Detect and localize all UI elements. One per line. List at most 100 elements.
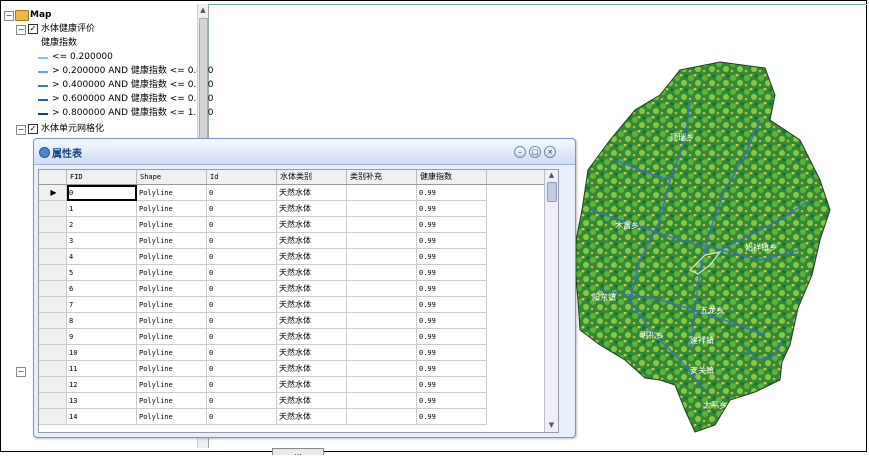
- table-cell[interactable]: 0.99: [417, 185, 487, 201]
- table-row[interactable]: 6 Polyline 0 天然水体 0.99: [39, 281, 558, 297]
- table-cell[interactable]: Polyline: [137, 377, 207, 393]
- table-row[interactable]: 5 Polyline 0 天然水体 0.99: [39, 265, 558, 281]
- table-cell[interactable]: 天然水体: [277, 361, 347, 377]
- table-cell[interactable]: 天然水体: [277, 217, 347, 233]
- table-cell[interactable]: 0: [207, 265, 277, 281]
- table-cell[interactable]: [347, 393, 417, 409]
- row-selector[interactable]: [39, 345, 67, 361]
- table-cell[interactable]: 3: [67, 233, 137, 249]
- table-cell[interactable]: [347, 361, 417, 377]
- table-cell[interactable]: 0: [207, 297, 277, 313]
- restore-button[interactable]: □: [529, 146, 541, 158]
- table-cell[interactable]: 0: [207, 377, 277, 393]
- table-cell[interactable]: Polyline: [137, 217, 207, 233]
- collapse-icon[interactable]: −: [4, 11, 14, 21]
- column-header[interactable]: Shape: [137, 170, 207, 184]
- table-cell[interactable]: 0.99: [417, 297, 487, 313]
- table-cell[interactable]: 0.99: [417, 329, 487, 345]
- table-cell[interactable]: 天然水体: [277, 409, 347, 425]
- layer-checkbox[interactable]: ✓: [28, 124, 38, 134]
- table-cell[interactable]: [347, 185, 417, 201]
- table-cell[interactable]: 0.99: [417, 345, 487, 361]
- table-cell[interactable]: Polyline: [137, 345, 207, 361]
- table-cell[interactable]: 天然水体: [277, 201, 347, 217]
- table-cell[interactable]: 10: [67, 345, 137, 361]
- table-cell[interactable]: [347, 313, 417, 329]
- table-cell[interactable]: [347, 409, 417, 425]
- table-cell[interactable]: 0: [207, 313, 277, 329]
- scroll-thumb[interactable]: [199, 18, 208, 140]
- column-header[interactable]: FID: [67, 170, 137, 184]
- table-cell[interactable]: 0.99: [417, 201, 487, 217]
- column-header[interactable]: 类别补充: [347, 170, 417, 184]
- table-cell[interactable]: 14: [67, 409, 137, 425]
- table-cell[interactable]: Polyline: [137, 265, 207, 281]
- row-selector[interactable]: [39, 297, 67, 313]
- row-selector[interactable]: [39, 281, 67, 297]
- table-cell[interactable]: Polyline: [137, 201, 207, 217]
- grid-vertical-scrollbar[interactable]: ▲ ▼: [544, 170, 558, 432]
- table-cell[interactable]: 9: [67, 329, 137, 345]
- table-cell[interactable]: [347, 233, 417, 249]
- row-selector[interactable]: [39, 377, 67, 393]
- row-selector[interactable]: [39, 265, 67, 281]
- table-row[interactable]: 3 Polyline 0 天然水体 0.99: [39, 233, 558, 249]
- table-cell[interactable]: 8: [67, 313, 137, 329]
- table-cell[interactable]: 2: [67, 217, 137, 233]
- attribute-grid[interactable]: FID Shape Id 水体类别 类别补充 健康指数 ▶ 0 Polyline 0 天然水体 0.…: [38, 169, 559, 433]
- table-cell[interactable]: 天然水体: [277, 265, 347, 281]
- table-cell[interactable]: [347, 201, 417, 217]
- table-row[interactable]: 2 Polyline 0 天然水体 0.99: [39, 217, 558, 233]
- table-cell[interactable]: 6: [67, 281, 137, 297]
- scroll-up-icon[interactable]: ▲: [199, 6, 207, 14]
- table-row[interactable]: 1 Polyline 0 天然水体 0.99: [39, 201, 558, 217]
- table-cell[interactable]: [347, 281, 417, 297]
- scroll-up-icon[interactable]: ▲: [547, 171, 556, 180]
- table-cell[interactable]: 0: [207, 393, 277, 409]
- table-cell[interactable]: [347, 249, 417, 265]
- table-cell[interactable]: 天然水体: [277, 249, 347, 265]
- row-selector[interactable]: [39, 393, 67, 409]
- table-cell[interactable]: [347, 217, 417, 233]
- table-row[interactable]: 7 Polyline 0 天然水体 0.99: [39, 297, 558, 313]
- table-cell[interactable]: 0: [207, 249, 277, 265]
- table-cell[interactable]: 0.99: [417, 249, 487, 265]
- close-button[interactable]: ×: [544, 146, 556, 158]
- row-selector[interactable]: [39, 249, 67, 265]
- row-selector[interactable]: [39, 361, 67, 377]
- collapse-icon[interactable]: −: [16, 367, 26, 377]
- table-cell[interactable]: 0.99: [417, 265, 487, 281]
- column-header[interactable]: 健康指数: [417, 170, 487, 184]
- table-cell[interactable]: 12: [67, 377, 137, 393]
- table-cell[interactable]: [347, 329, 417, 345]
- table-cell[interactable]: 0.99: [417, 233, 487, 249]
- table-cell[interactable]: 0.99: [417, 313, 487, 329]
- table-cell[interactable]: 11: [67, 361, 137, 377]
- table-row[interactable]: 8 Polyline 0 天然水体 0.99: [39, 313, 558, 329]
- table-row[interactable]: 14 Polyline 0 天然水体 0.99: [39, 409, 558, 425]
- table-cell[interactable]: Polyline: [137, 409, 207, 425]
- row-selector[interactable]: [39, 313, 67, 329]
- table-cell[interactable]: 天然水体: [277, 345, 347, 361]
- table-cell[interactable]: 0: [207, 201, 277, 217]
- table-cell[interactable]: 0.99: [417, 281, 487, 297]
- table-cell[interactable]: Polyline: [137, 361, 207, 377]
- row-selector[interactable]: [39, 409, 67, 425]
- table-cell[interactable]: 5: [67, 265, 137, 281]
- table-cell[interactable]: Polyline: [137, 185, 207, 201]
- table-cell[interactable]: Polyline: [137, 281, 207, 297]
- table-cell[interactable]: [347, 265, 417, 281]
- table-cell[interactable]: 0.99: [417, 361, 487, 377]
- layer-checkbox[interactable]: ✓: [28, 24, 38, 34]
- table-cell[interactable]: [347, 377, 417, 393]
- table-cell[interactable]: 天然水体: [277, 313, 347, 329]
- table-row[interactable]: 4 Polyline 0 天然水体 0.99: [39, 249, 558, 265]
- row-selector[interactable]: [39, 329, 67, 345]
- row-selector[interactable]: [39, 233, 67, 249]
- collapse-icon[interactable]: −: [16, 25, 26, 35]
- table-cell[interactable]: 0.99: [417, 393, 487, 409]
- table-row[interactable]: 9 Polyline 0 天然水体 0.99: [39, 329, 558, 345]
- table-cell[interactable]: 天然水体: [277, 297, 347, 313]
- table-cell[interactable]: 天然水体: [277, 377, 347, 393]
- table-row[interactable]: ▶ 0 Polyline 0 天然水体 0.99: [39, 185, 558, 201]
